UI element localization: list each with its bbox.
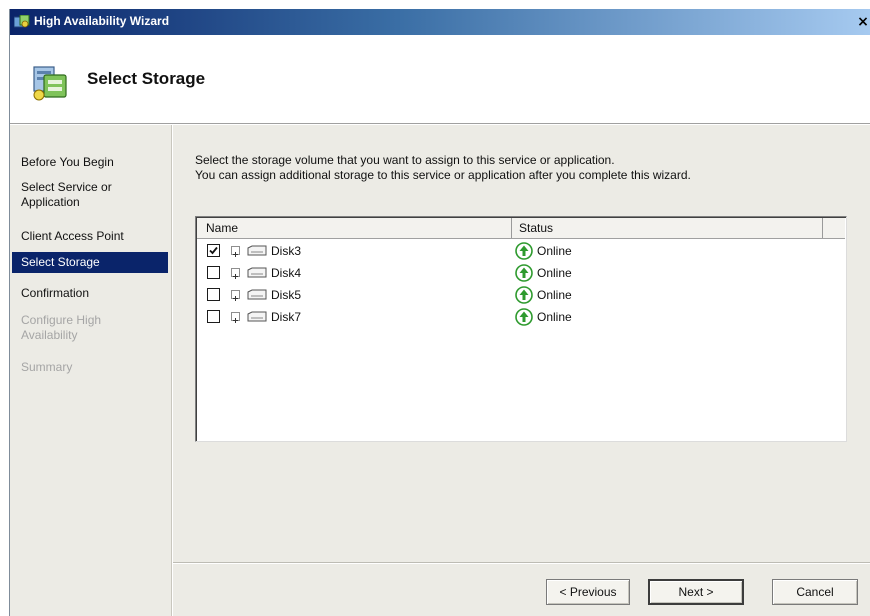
disk-icon (247, 289, 267, 300)
sidebar-item-select-storage[interactable]: Select Storage (12, 252, 168, 273)
instructions: Select the storage volume that you want … (195, 153, 691, 183)
expand-plus-icon[interactable] (231, 290, 240, 301)
window-title: High Availability Wizard (34, 14, 170, 28)
wizard-header: Select Storage (10, 35, 870, 123)
sidebar-item-select-service[interactable]: Select Service or Application (12, 180, 142, 210)
disk-checkbox[interactable] (207, 244, 220, 257)
next-button[interactable]: Next > (648, 579, 744, 605)
table-row[interactable]: Disk4 Online (197, 262, 845, 284)
expand-plus-icon[interactable] (231, 246, 240, 257)
disk-status: Online (537, 266, 572, 280)
table-row[interactable]: Disk7 Online (197, 306, 845, 328)
sidebar-item-confirmation[interactable]: Confirmation (12, 286, 168, 301)
storage-wizard-icon (33, 66, 67, 101)
cluster-wizard-icon (14, 15, 30, 28)
expand-plus-icon[interactable] (231, 312, 240, 323)
list-header: Name Status (197, 218, 845, 239)
sidebar-item-before-you-begin[interactable]: Before You Begin (12, 155, 168, 170)
disk-icon (247, 245, 267, 256)
sidebar-item-configure-high-availability: Configure High Availability (21, 313, 102, 342)
expand-plus-icon[interactable] (231, 268, 240, 279)
online-status-icon (515, 308, 533, 326)
cancel-button[interactable]: Cancel (772, 579, 858, 605)
wizard-steps-sidebar: Before You Begin Select Service or Appli… (10, 125, 172, 616)
online-status-icon (515, 242, 533, 260)
disk-name: Disk7 (271, 310, 302, 324)
instruction-line-2: You can assign additional storage to thi… (195, 168, 691, 182)
storage-list[interactable]: Name Status Disk3 Online Disk4 Online Di… (195, 216, 847, 442)
disk-name: Disk5 (271, 288, 302, 302)
previous-button[interactable]: < Previous (546, 579, 630, 605)
title-bar[interactable]: High Availability Wizard × (10, 9, 870, 35)
disk-checkbox[interactable] (207, 310, 220, 323)
disk-status: Online (537, 244, 572, 258)
disk-name: Disk4 (271, 266, 302, 280)
table-row[interactable]: Disk5 Online (197, 284, 845, 306)
wizard-content: Select the storage volume that you want … (173, 125, 870, 616)
disk-checkbox[interactable] (207, 288, 220, 301)
disk-icon (247, 311, 267, 322)
page-title: Select Storage (87, 69, 206, 88)
online-status-icon (515, 286, 533, 304)
disk-status: Online (537, 288, 572, 302)
disk-checkbox[interactable] (207, 266, 220, 279)
checkmark-icon (209, 246, 218, 255)
wizard-window: High Availability Wizard × Select Storag… (9, 9, 870, 616)
table-row[interactable]: Disk3 Online (197, 240, 845, 262)
disk-icon (247, 267, 267, 278)
online-status-icon (515, 264, 533, 282)
disk-status: Online (537, 310, 572, 324)
disk-name: Disk3 (271, 244, 302, 258)
column-header-status[interactable]: Status (513, 218, 823, 238)
sidebar-item-client-access-point[interactable]: Client Access Point (12, 229, 168, 244)
instruction-line-1: Select the storage volume that you want … (195, 153, 615, 167)
sidebar-item-summary: Summary (21, 360, 73, 374)
footer-divider (173, 562, 870, 564)
column-header-name[interactable]: Name (197, 218, 512, 238)
close-icon[interactable]: × (855, 13, 870, 31)
